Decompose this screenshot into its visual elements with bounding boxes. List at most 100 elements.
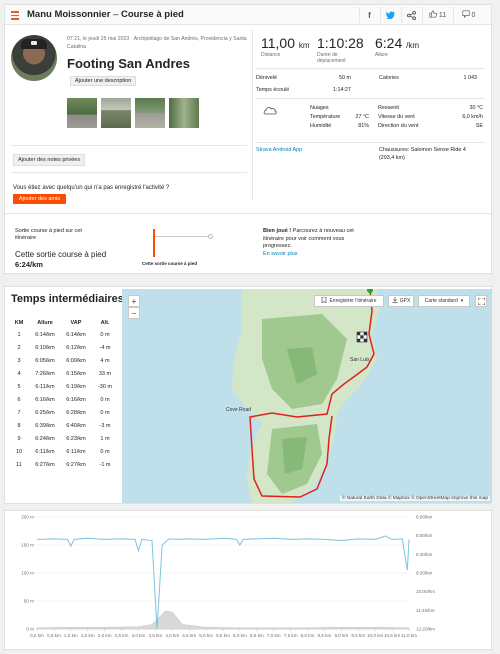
comments-count: 0 — [471, 11, 476, 19]
elevation-pace-chart: 200 m 150 m 100 m 50 m 0 m 6:00/km 8:00/km 8:40… — [4, 510, 492, 650]
divider — [5, 213, 491, 214]
split-gap: 6:19/km — [66, 383, 86, 390]
wind-direction-value: SE — [475, 123, 483, 129]
split-elev: 33 m — [98, 370, 112, 377]
fullscreen-icon[interactable] — [475, 295, 487, 307]
activity-photo-2[interactable] — [101, 98, 131, 128]
segment-bar-marker — [153, 229, 155, 257]
wind-speed-value: 6,0 km/h — [462, 114, 483, 120]
split-gap: 6:27/km — [66, 461, 86, 468]
shoes-distance: (293,4 km) — [379, 155, 405, 161]
split-pace: 6:39/km — [35, 422, 55, 429]
route-map[interactable]: Cove Road San Luis + − Enregistrer l'iti… — [122, 289, 492, 503]
splits-map-card: Temps intermédiaires KM Allure VAP Alt. … — [4, 286, 492, 504]
segment-bar-track — [155, 236, 210, 237]
map-attribution[interactable]: © Natural Earth Data © Mapbox © OpenStre… — [339, 496, 490, 501]
split-pace: 6:16/km — [35, 396, 55, 403]
split-gap: 6:14/km — [66, 331, 86, 338]
wind-speed-label: Vitesse du vent — [378, 114, 415, 120]
map-place-label: San Luis — [350, 357, 370, 363]
table-row: 5 6:11/km 6:19/km -30 m — [9, 380, 119, 393]
x-tick-label: 2,5 km — [115, 633, 129, 638]
feels-like-label: Ressenti — [378, 105, 399, 111]
table-row: 1 6:14/km 6:14/km 0 m — [9, 328, 119, 341]
menu-icon[interactable] — [9, 9, 21, 21]
unrecorded-prompt: Vous étiez avec quelqu'un qui n'a pas en… — [13, 185, 170, 191]
twitter-icon[interactable] — [380, 7, 400, 23]
split-pace: 6:27/km — [35, 461, 55, 468]
x-tick-label: 4,0 km — [165, 633, 179, 638]
activity-header: Manu Moissonnier – Course à pied f 11 0 — [5, 5, 491, 25]
device-link[interactable]: Strava Android App — [256, 147, 302, 153]
x-tick-label: 1,5 km — [81, 633, 95, 638]
split-km: 7 — [17, 409, 21, 416]
split-km: 4 — [17, 370, 21, 377]
save-route-button[interactable]: Enregistrer l'itinéraire — [314, 295, 384, 307]
add-private-notes-button[interactable]: Ajouter des notes privées — [13, 154, 86, 166]
pace-label: Allure — [375, 52, 388, 58]
elevation-area — [36, 610, 410, 630]
split-gap: 6:12/km — [66, 344, 86, 351]
kudos-button[interactable]: 11 — [422, 7, 452, 23]
add-friends-button[interactable]: Ajouter des amis — [13, 194, 66, 204]
activity-title: Footing San Andres — [67, 56, 191, 71]
y2-tick-label: 12:20/km — [416, 627, 435, 632]
add-description-button[interactable]: Ajouter une description — [70, 76, 137, 86]
avatar[interactable] — [11, 35, 57, 81]
split-pace: 6:10/km — [35, 344, 55, 351]
x-tick-label: 9,5 km — [351, 633, 365, 638]
moving-time-label: Durée de déplacement — [317, 52, 346, 64]
share-icon[interactable] — [401, 7, 421, 23]
y-tick-label: 200 m — [21, 515, 34, 520]
split-gap: 6:16/km — [66, 396, 86, 403]
x-tick-label: 1,0 km — [64, 633, 78, 638]
athlete-name[interactable]: Manu Moissonnier — [27, 9, 110, 20]
y2-tick-label: 8:00/km — [416, 533, 433, 538]
activity-photo-4[interactable] — [169, 98, 199, 128]
split-km: 1 — [17, 331, 21, 338]
kudos-count: 11 — [438, 11, 447, 19]
map-style-select[interactable]: Carte standard ▾ — [418, 295, 470, 307]
map-place-label: Cove Road — [226, 407, 252, 413]
chart-svg[interactable]: 200 m 150 m 100 m 50 m 0 m 6:00/km 8:00/km 8:40… — [5, 511, 491, 649]
chevron-down-icon: ▾ — [460, 298, 464, 304]
activity-photo-3[interactable] — [135, 98, 165, 128]
y2-tick-label: 6:00/km — [416, 515, 433, 520]
split-km: 6 — [17, 396, 21, 403]
split-elev: -1 m — [99, 461, 111, 468]
x-tick-label: 10,5 km — [384, 633, 401, 638]
split-elev: -30 m — [97, 383, 113, 390]
x-tick-label: 11,0 km — [401, 633, 417, 638]
table-row: 9 6:24/km 6:23/km 1 m — [9, 432, 119, 445]
split-elev: 0 m — [100, 409, 110, 416]
x-tick-label: 9,0 km — [334, 633, 348, 638]
stat-moving-time: 1:10:28 Durée de déplacement — [317, 35, 364, 64]
split-elev: 1 m — [100, 435, 110, 442]
zoom-out-button[interactable]: − — [128, 307, 140, 319]
facebook-icon[interactable]: f — [359, 7, 379, 23]
segment-name: Cette sortie course à pied — [15, 250, 107, 259]
activity-datetime-location: 07:21, le jeudi 25 mai 2023 · Archipiéla… — [67, 36, 247, 50]
split-pace: 6:25/km — [35, 409, 55, 416]
x-tick-label: 7,5 km — [284, 633, 298, 638]
x-tick-label: 10,0 km — [367, 633, 384, 638]
zoom-in-button[interactable]: + — [128, 295, 140, 307]
comment-button[interactable]: 0 — [453, 7, 483, 23]
table-row: 7 6:25/km 6:28/km 0 m — [9, 406, 119, 419]
y2-tick-label: 8:40/km — [416, 552, 433, 557]
split-pace: 6:11/km — [35, 383, 55, 390]
y-tick-label: 50 m — [24, 599, 34, 604]
divider — [255, 142, 485, 143]
gpx-button[interactable]: GPX — [388, 295, 414, 307]
gpx-label: GPX — [399, 298, 411, 304]
x-tick-label: 8,5 km — [318, 633, 332, 638]
learn-more-link[interactable]: En savoir plus — [263, 251, 298, 257]
segment-message: Bien joué ! Parcourez à nouveau cet itin… — [263, 228, 373, 258]
pace-value: 6:24 — [375, 35, 403, 51]
stat-pace: 6:24 /km Allure — [375, 35, 419, 58]
table-row: 2 6:10/km 6:12/km -4 m — [9, 341, 119, 354]
comment-icon — [462, 10, 470, 20]
wind-direction-label: Direction du vent — [378, 123, 419, 129]
segment-line-2: itinéraire — [15, 235, 37, 241]
activity-photo-1[interactable] — [67, 98, 97, 128]
